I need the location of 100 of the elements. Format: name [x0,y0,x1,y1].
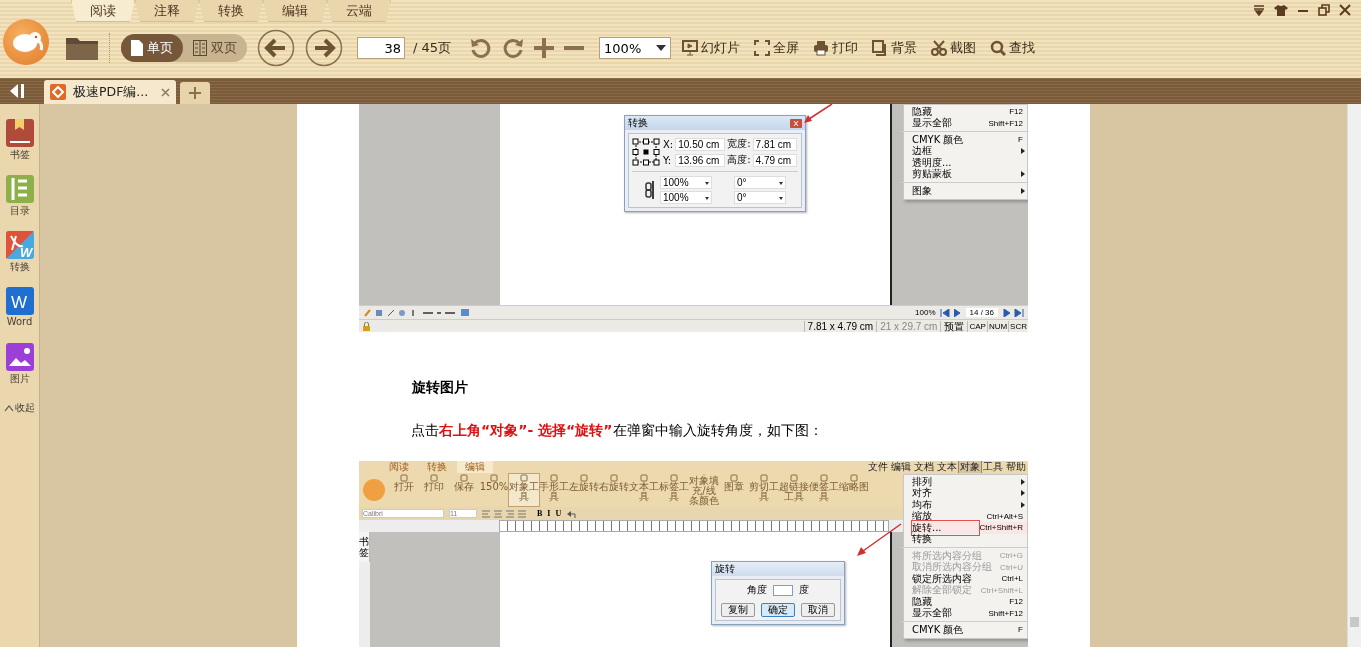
toolbar-button[interactable]: 标签工具 [659,474,689,506]
menu-item[interactable]: 排列 [912,476,1027,488]
two-page-icon [193,40,207,56]
toolbar-button[interactable]: 右旋转 [599,474,629,506]
menu-item[interactable]: 隐藏 F12 [912,596,1027,608]
toolbar-button[interactable]: 查找 [987,39,1039,57]
document-tab[interactable]: 极速PDF编... [44,80,176,104]
menu-bar-item[interactable]: 帮助 [1005,461,1027,473]
menu-bar-item[interactable]: 编辑 [890,461,912,473]
toolbar-button[interactable]: 文本工具 [629,474,659,506]
menu-item[interactable]: 对齐 [912,487,1027,499]
toolbar-button[interactable]: 剪切工具 [749,474,779,506]
ribbon-tab[interactable]: 编辑 [263,0,327,22]
menu-bar-item[interactable]: 文件 [867,461,889,473]
toolbar-button[interactable]: 超链接工具 [779,474,809,506]
new-tab-button[interactable] [180,82,210,104]
format-button[interactable]: B [537,509,543,518]
ribbon-tab[interactable]: 阅读 [71,0,135,22]
dialog-button[interactable]: 复制 [721,603,755,617]
horizontal-scale-dropdown[interactable]: 100% [660,176,712,189]
toolbar-button[interactable]: 截图 [928,39,980,57]
collapse-panel-icon[interactable] [9,83,27,99]
sidebar-item[interactable]: 书签 [5,119,34,172]
menu-item[interactable]: 边框 [912,145,1027,157]
ribbon-tab[interactable]: 转换 [199,0,263,22]
ribbon-tab[interactable]: 注释 [135,0,199,22]
menu-item[interactable]: 旋转... Ctrl+Shift+R [912,522,1027,534]
menu-item[interactable]: 隐藏 F12 [912,106,1027,118]
close-tab-icon[interactable] [161,87,170,97]
tool-icon [850,474,858,482]
scrollbar[interactable] [1347,104,1361,647]
menu-bar-item[interactable]: 工具 [982,461,1004,473]
dialog-button[interactable]: 确定 [761,603,795,617]
toolbar-button[interactable]: 幻灯片 [679,39,744,57]
toolbar-button[interactable]: 便签工具 [809,474,839,506]
vertical-scale-dropdown[interactable]: 100% [660,191,712,204]
view-mode-button[interactable]: 双页 [183,34,247,62]
close-icon[interactable] [790,118,802,128]
menu-item[interactable]: 图象 [912,185,1027,197]
width-field[interactable]: 7.81 cm [752,137,797,151]
toolbar-button[interactable]: 缩略图 [839,474,869,506]
skew-dropdown[interactable]: 0° [734,191,786,204]
x-field[interactable]: 10.50 cm [675,137,726,151]
menu-bar-item[interactable]: 文本 [936,461,958,473]
dropdown-icon[interactable] [1253,4,1265,16]
sidebar-item[interactable]: W Word [5,287,34,340]
dialog-button[interactable]: 取消 [801,603,835,617]
format-button[interactable]: U [555,509,562,518]
toolbar-button[interactable]: 保存 [449,474,479,506]
toolbar-button[interactable]: 对象工具 [509,474,539,506]
sidebar-item[interactable]: 目录 [5,175,34,228]
printer-icon [813,40,830,56]
menu-item[interactable]: 显示全部 Shift+F12 [912,117,1027,129]
sidebar-item[interactable]: W 转换 [5,231,34,284]
restore-icon[interactable] [1318,4,1330,16]
toolbar-button[interactable]: 全屏 [751,39,803,57]
menu-bar-item[interactable]: 对象 [959,461,981,473]
rotate-right-icon[interactable] [501,36,526,60]
menu-item[interactable]: 透明度... [912,157,1027,169]
zoom-in-icon[interactable] [533,37,556,59]
close-icon[interactable] [1339,4,1351,16]
menu-item[interactable]: 剪贴蒙板 [912,168,1027,180]
angle-field[interactable] [773,584,793,596]
toolbar-button[interactable]: 打印 [419,474,449,506]
page-number-field[interactable]: 38 [357,37,405,59]
rotation-dropdown[interactable]: 0° [734,176,786,189]
tool-icon [730,474,738,482]
tool-icon [790,474,798,482]
menu-item[interactable]: 均布 [912,499,1027,511]
elephant-logo-icon[interactable] [3,19,49,65]
ribbon-tab[interactable]: 转换 [419,461,455,473]
ribbon-tab[interactable]: 云端 [327,0,391,22]
toolbar-button[interactable]: 对象填充/线条颜色 [689,474,719,506]
format-button[interactable]: I [547,509,551,518]
toolbar-button[interactable]: 手形工具 [539,474,569,506]
toolbar-button[interactable]: 背景 [869,39,921,57]
menu-bar-item[interactable]: 文档 [913,461,935,473]
toolbar-button[interactable]: 图章 [719,474,749,506]
menu-item[interactable]: CMYK 颜色 F [912,134,1027,146]
toolbar-button[interactable]: 左旋转 [569,474,599,506]
ribbon-tab[interactable]: 编辑 [457,461,493,473]
undo-icon [566,509,577,518]
page-indicator: 14 / 36 [965,308,998,317]
shirt-icon[interactable] [1274,4,1288,16]
menu-item[interactable]: 显示全部 Shift+F12 [912,607,1027,619]
menu-item[interactable]: 转换 [912,533,1027,545]
zoom-dropdown[interactable]: 100% [599,37,672,59]
view-mode-button[interactable]: 单页 [121,34,183,62]
menu-item[interactable]: 锁定所选内容 Ctrl+L [912,573,1027,585]
menu-item[interactable]: 缩放 Ctrl+Alt+S [912,510,1027,522]
folder-icon[interactable] [65,35,99,61]
menu-item[interactable]: CMYK 颜色 F [912,624,1027,636]
height-field[interactable]: 4.79 cm [752,153,797,167]
collapse-button[interactable]: 收起 [4,401,35,415]
ribbon-tab[interactable]: 阅读 [381,461,417,473]
toolbar-button[interactable]: 打印 [810,39,862,57]
toolbar-button[interactable]: 150% [479,474,509,506]
y-field[interactable]: 13.96 cm [675,153,726,167]
toolbar-button[interactable]: 打开 [389,474,419,506]
sidebar-item[interactable]: 图片 [5,343,34,396]
